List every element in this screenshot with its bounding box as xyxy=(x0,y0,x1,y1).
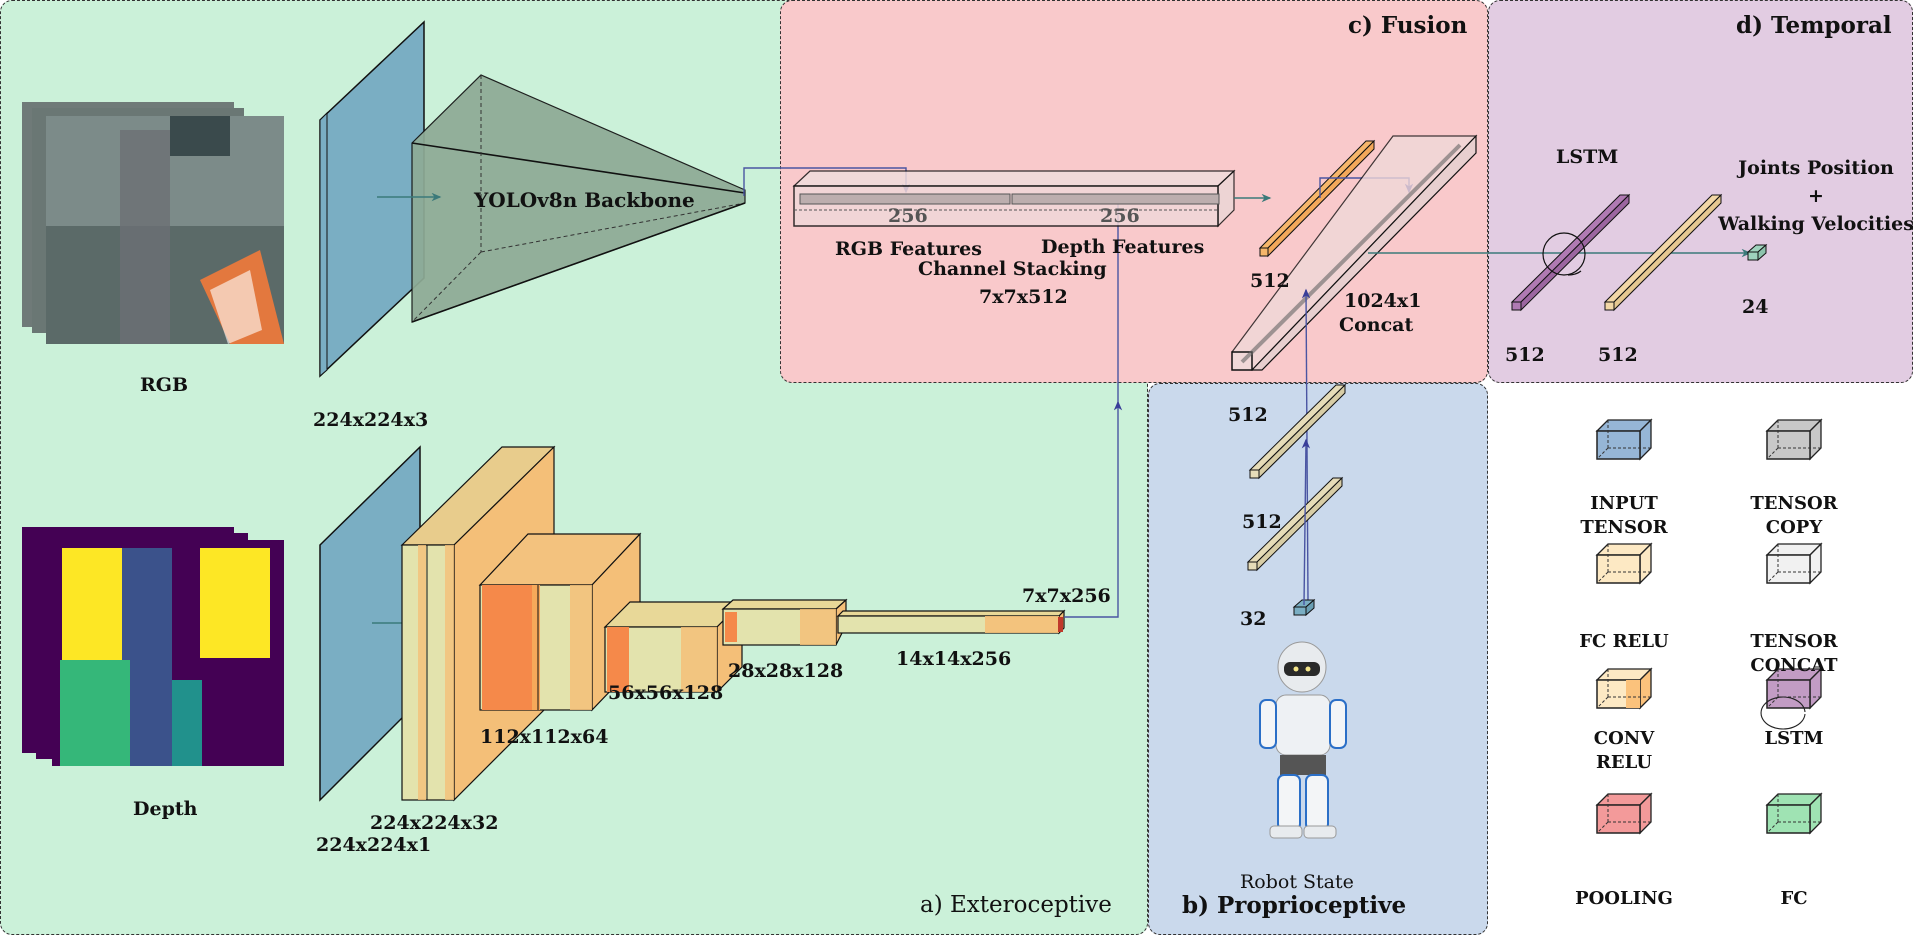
panel-title-exteroceptive: a) Exteroceptive xyxy=(920,892,1112,918)
depth-image-stack xyxy=(22,527,284,766)
output-line1: Joints Position xyxy=(1738,157,1894,179)
conv-dims-28: 28x28x128 xyxy=(728,660,844,682)
legend-label-line: COPY xyxy=(1765,517,1823,538)
depth-features-label: Depth Features xyxy=(1041,236,1205,258)
rgb-image-stack xyxy=(22,102,284,344)
output-dims: 24 xyxy=(1742,296,1769,318)
input-tensor-cube xyxy=(1595,418,1653,461)
lstm-dims: 512 xyxy=(1505,344,1545,366)
legend-label-line: RELU xyxy=(1595,752,1653,773)
conv-dims-7: 7x7x256 xyxy=(1022,585,1111,607)
output-tensor xyxy=(1746,243,1768,262)
rgb-input-tensor xyxy=(319,20,425,378)
depth-channels: 256 xyxy=(1100,205,1140,227)
robot-state-label: Robot State xyxy=(1240,871,1354,893)
lstm-cube xyxy=(1760,667,1823,730)
fc-cube xyxy=(1765,792,1823,835)
conv-dims-224: 224x224x32 xyxy=(370,812,499,834)
depth-input-dims: 224x224x1 xyxy=(316,834,432,856)
legend-label-line: TENSOR xyxy=(1750,631,1838,652)
conv-dims-14: 14x14x256 xyxy=(896,648,1012,670)
rgb-channels: 256 xyxy=(888,205,928,227)
proprio-fc1-dims: 512 xyxy=(1228,404,1268,426)
legend-label-line: TENSOR xyxy=(1580,517,1668,538)
legend-label-line: FC RELU xyxy=(1579,631,1669,652)
conv-dims-56: 56x56x128 xyxy=(608,682,724,704)
legend-label-line: FC xyxy=(1780,888,1808,909)
tensor-copy-cube xyxy=(1765,418,1823,461)
channel-stacking-tensor xyxy=(792,169,1236,228)
legend-label: TENSOR CONCAT xyxy=(1714,630,1874,678)
panel-title-temporal: d) Temporal xyxy=(1736,12,1892,39)
legend-label-line: LSTM xyxy=(1764,728,1824,749)
legend-label: FC xyxy=(1714,887,1874,911)
legend-label: CONV RELU xyxy=(1544,727,1704,775)
legend-label-line: CONCAT xyxy=(1750,655,1838,676)
temporal-fc-dims: 512 xyxy=(1598,344,1638,366)
legend-label: LSTM xyxy=(1714,727,1874,751)
robot-image xyxy=(1259,641,1347,839)
legend-label-line: TENSOR xyxy=(1750,493,1838,514)
legend-label: TENSOR COPY xyxy=(1714,492,1874,540)
backbone-label: YOLOv8n Backbone xyxy=(474,188,695,212)
fusion-fc-dims: 512 xyxy=(1250,270,1290,292)
lstm-label: LSTM xyxy=(1556,146,1619,168)
fc-relu-cube xyxy=(1595,542,1653,585)
legend-label-line: INPUT xyxy=(1590,493,1658,514)
proprio-input-dims: 32 xyxy=(1240,608,1267,630)
legend-label-line: POOLING xyxy=(1575,888,1673,909)
conv-dims-112: 112x112x64 xyxy=(480,726,609,748)
legend-label: INPUT TENSOR xyxy=(1544,492,1704,540)
rgb-features-label: RGB Features xyxy=(835,238,982,260)
rgb-label: RGB xyxy=(140,374,189,396)
panel-title-proprioceptive: b) Proprioceptive xyxy=(1182,892,1407,919)
legend-label: POOLING xyxy=(1544,887,1704,911)
conv-block-14 xyxy=(836,609,1066,635)
depth-label: Depth xyxy=(133,798,198,820)
panel-title-fusion: c) Fusion xyxy=(1348,12,1468,39)
tensor-concat-cube xyxy=(1765,542,1823,585)
rgb-input-dims: 224x224x3 xyxy=(313,409,429,431)
output-plus: + xyxy=(1808,185,1824,207)
legend-label: FC RELU xyxy=(1544,630,1704,654)
proprio-fc2-dims: 512 xyxy=(1242,511,1282,533)
conv-block-28 xyxy=(721,598,848,646)
conv-relu-cube xyxy=(1595,667,1653,710)
pooling-cube xyxy=(1595,792,1653,835)
stacking-dims: 7x7x512 xyxy=(979,286,1068,308)
output-line2: Walking Velocities xyxy=(1718,213,1913,235)
concat-dims: 1024x1 xyxy=(1344,290,1422,312)
concat-label: Concat xyxy=(1339,314,1414,336)
proprio-fc-bar-1 xyxy=(1248,383,1347,480)
stacking-label: Channel Stacking xyxy=(918,258,1107,280)
legend-label-line: CONV xyxy=(1593,728,1655,749)
architecture-diagram xyxy=(22,20,1823,839)
conv-block-56 xyxy=(603,600,744,694)
